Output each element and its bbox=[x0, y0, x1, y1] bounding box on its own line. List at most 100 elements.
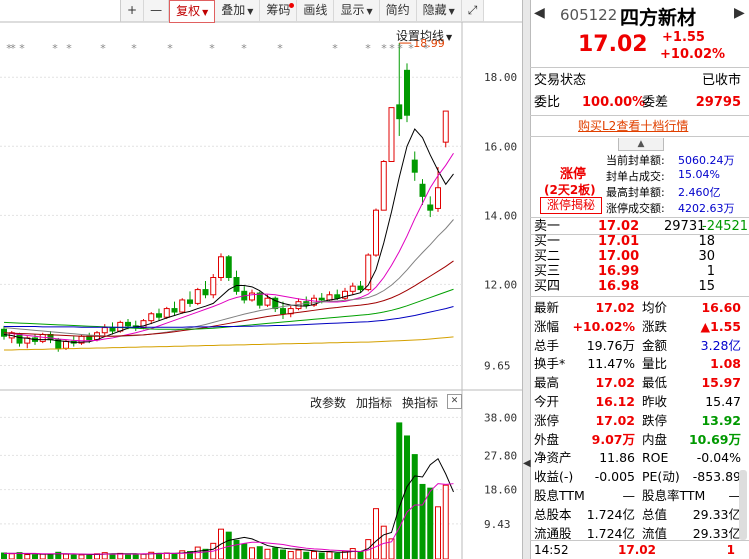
fullscreen-icon[interactable]: ⤢ bbox=[461, 0, 485, 22]
event-marker-icon: * bbox=[389, 42, 395, 55]
price-tick-label: 12.00 bbox=[484, 278, 517, 291]
bid-volume: 1 bbox=[706, 264, 715, 279]
quote-panel: ◀ 605122 四方新材 ▶ 17.02 +1.55 +10.02% 交易状态… bbox=[530, 0, 749, 559]
candle-body bbox=[326, 294, 333, 301]
bid-row[interactable]: 买一 17.01 18 bbox=[530, 234, 745, 249]
bid-volume: 30 bbox=[698, 249, 715, 264]
candle-body bbox=[218, 256, 224, 279]
stat-label: 涨跌 bbox=[642, 318, 668, 334]
scrollbar-thumb[interactable] bbox=[739, 470, 747, 540]
stat-label: 今开 bbox=[534, 394, 560, 409]
stats-row: 涨停 17.02 跌停 13.92 bbox=[530, 412, 745, 430]
stat-value: 17.02 bbox=[595, 375, 635, 391]
expand-up-icon[interactable]: ▲ bbox=[618, 138, 664, 151]
volume-bar bbox=[86, 554, 93, 559]
bid-row[interactable]: 买二 17.00 30 bbox=[530, 249, 745, 264]
stat-label: 跌停 bbox=[642, 412, 668, 428]
buy-l2-link[interactable]: 购买L2查看十档行情 bbox=[578, 117, 688, 134]
bid-price: 17.00 bbox=[598, 249, 640, 264]
board-count: (2天2板) bbox=[544, 183, 596, 197]
fuquan-label: 复权 bbox=[176, 4, 201, 18]
caret-down-icon: ▼ bbox=[366, 7, 373, 16]
kline-chart-area[interactable]: 18.00 16.00 14.00 12.00 9.65 38.00 27.80 18.60 9… bbox=[0, 0, 522, 559]
bid-volume: 18 bbox=[698, 234, 715, 249]
candle-body bbox=[171, 308, 178, 313]
candle-body bbox=[194, 289, 201, 304]
bid-volume: 15 bbox=[698, 279, 715, 294]
display-dropdown[interactable]: 显示 ▼ bbox=[334, 0, 380, 22]
collapse-arrow-icon[interactable]: ◀ bbox=[523, 458, 531, 469]
stats-row: 最高 17.02 最低 15.97 bbox=[530, 374, 745, 392]
close-indicator-icon[interactable]: ✕ bbox=[447, 394, 462, 409]
stat-label: 总手 bbox=[534, 337, 560, 353]
zoom-in-button[interactable]: + bbox=[121, 0, 145, 22]
limit-turnover-value: 4202.63万 bbox=[678, 202, 735, 215]
ma-settings-button[interactable]: 设置均线 ▼ bbox=[396, 27, 452, 44]
add-indicator-button[interactable]: 加指标 bbox=[356, 394, 392, 411]
ma-settings-label: 设置均线 bbox=[396, 29, 445, 43]
volume-bar bbox=[272, 547, 279, 559]
price-tick-label: 9.65 bbox=[484, 360, 511, 373]
candle-body bbox=[117, 321, 124, 332]
candle-body bbox=[264, 297, 271, 306]
volume-bar bbox=[24, 554, 31, 559]
candle-body bbox=[388, 107, 395, 162]
stats-row: 换手* 11.47% 量比 1.08 bbox=[530, 355, 745, 373]
stat-label: 换手* bbox=[534, 356, 566, 372]
bid-row[interactable]: 买三 16.99 1 bbox=[530, 264, 745, 279]
stat-value: 19.76万 bbox=[586, 337, 635, 353]
zoom-out-button[interactable]: — bbox=[144, 0, 170, 22]
stats-row: 收益(-) -0.005 PE(动) -853.89 bbox=[530, 468, 745, 486]
volume-bar bbox=[256, 546, 263, 559]
candle-body bbox=[187, 299, 193, 304]
next-stock-icon[interactable]: ▶ bbox=[734, 5, 745, 21]
chip-button[interactable]: 筹码 bbox=[260, 0, 298, 22]
stat-label: 外盘 bbox=[534, 431, 560, 447]
stat-value: ▲1.55 bbox=[700, 318, 741, 334]
switch-indicator-button[interactable]: 换指标 bbox=[402, 394, 438, 411]
candle-body bbox=[442, 110, 449, 143]
stat-label: 量比 bbox=[642, 356, 668, 372]
volume-bar bbox=[32, 554, 38, 559]
overlay-dropdown[interactable]: 叠加 ▼ bbox=[215, 0, 261, 22]
volume-bar bbox=[179, 550, 186, 559]
volume-bar bbox=[171, 553, 178, 559]
volume-bar bbox=[287, 551, 294, 559]
stat-value: -0.04% bbox=[696, 450, 741, 466]
stat-label: 金额 bbox=[642, 337, 668, 353]
seal-ratio-value: 15.04% bbox=[678, 168, 720, 181]
stat-label: 均价 bbox=[642, 300, 668, 315]
stats-row: 今开 16.12 昨收 15.47 bbox=[530, 393, 745, 411]
weibi-row: 委比 100.00% 委差 29795 bbox=[530, 94, 745, 112]
event-marker-icon: * bbox=[66, 42, 72, 55]
stats-row: 外盘 9.07万 内盘 10.69万 bbox=[530, 431, 745, 449]
stat-value: 15.47 bbox=[705, 394, 741, 409]
candle-body bbox=[225, 256, 232, 279]
edit-params-button[interactable]: 改参数 bbox=[310, 394, 346, 411]
stat-label: 内盘 bbox=[642, 431, 668, 447]
bid-row[interactable]: 买四 16.98 15 bbox=[530, 279, 745, 294]
stat-value: 29.33亿 bbox=[692, 506, 741, 522]
event-marker-icon: * bbox=[100, 42, 106, 55]
chip-label: 筹码 bbox=[266, 3, 291, 17]
volume-bar bbox=[233, 539, 240, 559]
candle-body bbox=[86, 335, 93, 341]
kline-chart[interactable]: 18.00 16.00 14.00 12.00 9.65 38.00 27.80 18.60 9… bbox=[0, 0, 522, 559]
event-marker-icon: * bbox=[365, 42, 371, 55]
candle-body bbox=[148, 313, 155, 322]
hide-dropdown[interactable]: 隐藏 ▼ bbox=[416, 0, 462, 22]
prev-stock-icon[interactable]: ◀ bbox=[534, 5, 545, 21]
simple-mode-button[interactable]: 简约 bbox=[379, 0, 417, 22]
fuquan-dropdown[interactable]: 复权 ▼ bbox=[169, 0, 216, 23]
event-marker-icon: * bbox=[241, 42, 247, 55]
candle-body bbox=[396, 104, 403, 120]
stat-label: 净资产 bbox=[534, 450, 572, 466]
draw-line-button[interactable]: 画线 bbox=[297, 0, 335, 22]
weicha-label: 委差 bbox=[642, 95, 669, 110]
ma-line bbox=[4, 306, 454, 328]
volume-bar bbox=[47, 554, 54, 559]
price-tick-label: 16.00 bbox=[484, 140, 517, 153]
limit-up-reveal-button[interactable]: 涨停揭秘 bbox=[540, 197, 602, 214]
stock-name: 四方新材 bbox=[620, 7, 697, 29]
trade-status-value: 已收市 bbox=[701, 73, 741, 88]
